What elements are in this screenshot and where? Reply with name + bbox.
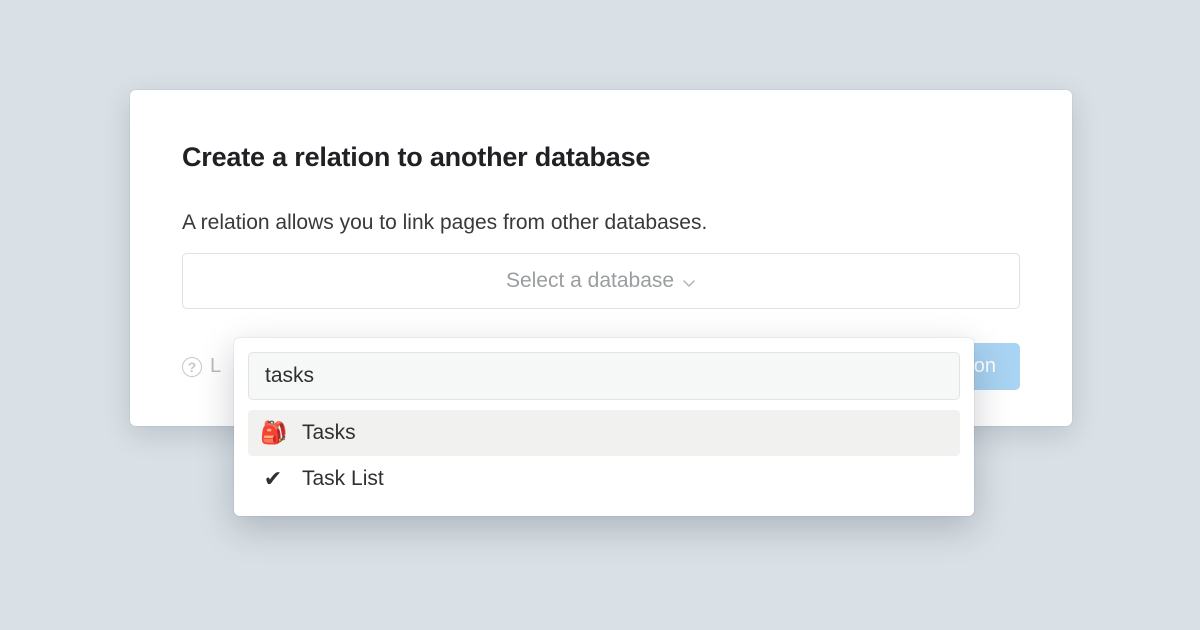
database-option[interactable]: 🎒 Tasks — [248, 410, 960, 456]
select-placeholder-text: Select a database — [506, 269, 674, 293]
help-link[interactable]: ? L — [182, 355, 221, 378]
chevron-down-icon — [682, 276, 696, 290]
help-icon: ? — [182, 357, 202, 377]
select-database-trigger[interactable]: Select a database — [182, 253, 1020, 309]
backpack-icon: 🎒 — [260, 420, 286, 446]
primary-button-label: on — [974, 355, 996, 377]
database-search-input[interactable] — [248, 352, 960, 400]
help-link-text: L — [210, 355, 221, 378]
database-option-list: 🎒 Tasks ✔ Task List — [248, 410, 960, 502]
database-dropdown: 🎒 Tasks ✔ Task List — [234, 338, 974, 516]
checkmark-icon: ✔ — [260, 466, 286, 492]
database-option-label: Tasks — [302, 421, 356, 445]
database-option[interactable]: ✔ Task List — [248, 456, 960, 502]
database-option-label: Task List — [302, 467, 384, 491]
dialog-title: Create a relation to another database — [182, 142, 1020, 173]
dialog-description: A relation allows you to link pages from… — [182, 211, 1020, 235]
